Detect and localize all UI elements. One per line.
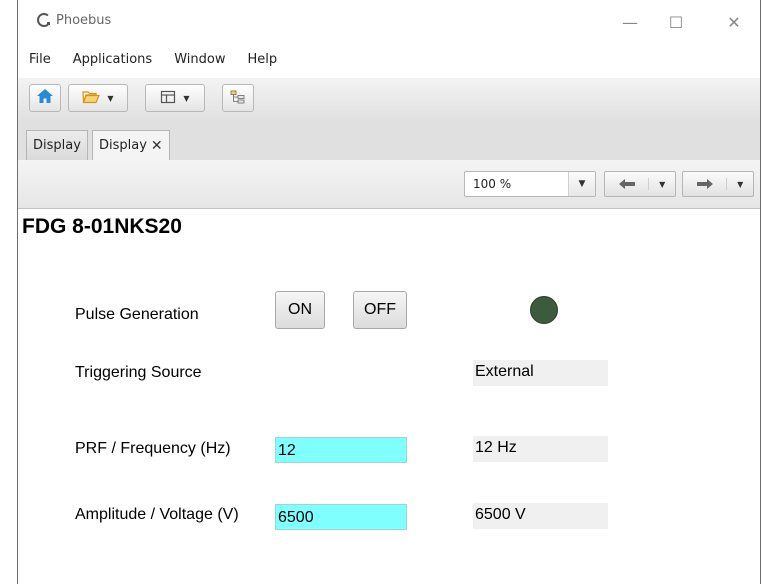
title-bar: Phoebus — ☐ ✕ — [18, 0, 760, 44]
tab-display-2[interactable]: Display ✕ — [92, 130, 170, 160]
prf-frequency-input[interactable]: 12 — [275, 437, 407, 463]
triggering-source-readback: External — [473, 360, 608, 386]
display-panel: FDG 8-01NKS20 Pulse Generation ON OFF Tr… — [18, 209, 760, 584]
menu-help[interactable]: Help — [236, 44, 288, 76]
minimize-button[interactable]: — — [612, 8, 648, 36]
zoom-select[interactable]: 100 % ▼ — [464, 171, 596, 197]
home-button[interactable] — [29, 84, 61, 112]
tab-bar: Display Display ✕ — [18, 120, 760, 161]
pulse-status-led — [530, 296, 558, 324]
menu-applications[interactable]: Applications — [62, 44, 163, 76]
arrow-left-icon — [605, 178, 650, 190]
amplitude-voltage-label: Amplitude / Voltage (V) — [75, 506, 239, 523]
page-title: FDG 8-01NKS20 — [22, 215, 182, 238]
display-toolbar: 100 % ▼ ▼ ▼ — [18, 160, 760, 209]
layout-button[interactable]: ▼ — [145, 84, 205, 112]
forward-button[interactable]: ▼ — [682, 171, 754, 197]
tab-close-icon[interactable]: ✕ — [151, 138, 163, 154]
chevron-down-icon[interactable]: ▼ — [568, 172, 595, 196]
tab-label: Display — [33, 138, 81, 153]
chevron-down-icon[interactable]: ▼ — [649, 180, 675, 189]
open-folder-icon — [82, 89, 101, 108]
main-toolbar: ▼ ▼ — [18, 78, 760, 121]
maximize-button[interactable]: ☐ — [658, 8, 694, 36]
triggering-source-label: Triggering Source — [75, 364, 202, 381]
open-file-button[interactable]: ▼ — [68, 84, 128, 112]
home-icon — [36, 88, 54, 108]
close-icon: ✕ — [727, 12, 741, 32]
close-window-button[interactable]: ✕ — [716, 8, 752, 36]
chevron-down-icon: ▼ — [183, 93, 190, 103]
chevron-down-icon[interactable]: ▼ — [727, 180, 753, 189]
prf-frequency-readback: 12 Hz — [473, 436, 608, 462]
tab-label: Display — [99, 138, 147, 153]
amplitude-voltage-input[interactable]: 6500 — [275, 504, 407, 530]
minimize-icon: — — [622, 12, 638, 32]
window-title: Phoebus — [56, 13, 112, 28]
phoebus-logo-icon — [36, 12, 52, 28]
arrow-right-icon — [683, 178, 728, 190]
amplitude-voltage-readback: 6500 V — [473, 503, 608, 529]
pulse-off-button[interactable]: OFF — [353, 291, 407, 329]
zoom-value: 100 % — [473, 177, 512, 191]
pulse-generation-label: Pulse Generation — [75, 306, 199, 323]
back-button[interactable]: ▼ — [604, 171, 676, 197]
tab-display-1[interactable]: Display — [26, 130, 88, 160]
menu-bar: File Applications Window Help — [18, 44, 760, 76]
menu-file[interactable]: File — [18, 44, 62, 76]
navigator-button[interactable] — [222, 84, 254, 112]
maximize-icon: ☐ — [668, 12, 684, 32]
prf-frequency-label: PRF / Frequency (Hz) — [75, 440, 231, 457]
chevron-down-icon: ▼ — [107, 93, 114, 103]
tree-icon — [230, 89, 246, 108]
pulse-on-button[interactable]: ON — [275, 291, 325, 329]
app-window: Phoebus — ☐ ✕ File Applications Window H… — [17, 0, 761, 584]
layout-icon — [160, 89, 176, 108]
menu-window[interactable]: Window — [163, 44, 236, 76]
